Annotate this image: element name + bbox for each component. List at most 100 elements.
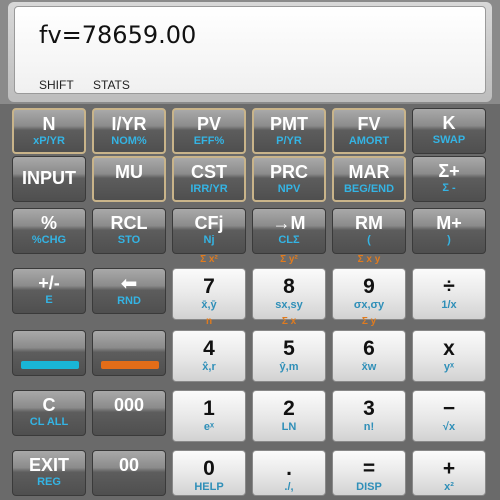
digit-8-key[interactable]: 8 sx,sy (252, 268, 326, 320)
digit-2-key[interactable]: 2 LN (252, 390, 326, 442)
alt-label-sum-xy: Σ x y (357, 254, 381, 265)
key-label: C (42, 395, 56, 415)
digit-7-key[interactable]: 7 x̄,ȳ (172, 268, 246, 320)
multiply-key[interactable]: x yˣ (412, 330, 486, 382)
key-shift-label: yˣ (443, 361, 455, 373)
key-label: MU (115, 162, 143, 182)
key-label: K (442, 113, 456, 133)
prc-key[interactable]: PRC NPV (252, 156, 326, 202)
backspace-key[interactable]: ⬅ RND (92, 268, 166, 314)
lcd-display: fv=78659.00 SHIFT STATS (14, 6, 486, 94)
key-shift-label: x̄w (361, 361, 377, 373)
key-shift-label: x̄,ȳ (201, 299, 217, 311)
key-label: 4 (203, 337, 215, 360)
divide-key[interactable]: ÷ 1/x (412, 268, 486, 320)
triple-zero-key[interactable]: 000 (92, 390, 166, 436)
key-shift-label: 1/x (441, 299, 457, 311)
key-label: →M (272, 213, 306, 233)
key-shift-label: EFF% (193, 135, 225, 147)
key-label: MAR (348, 162, 390, 182)
key-label: = (362, 457, 376, 480)
digit-3-key[interactable]: 3 n! (332, 390, 406, 442)
alt-label-sum-y: Σ y (361, 316, 377, 327)
key-label: INPUT (22, 168, 76, 188)
key-label: PRC (269, 162, 308, 182)
key-shift-label: LN (281, 421, 297, 433)
key-shift-label: CL ALL (29, 416, 69, 428)
percent-key[interactable]: % %CHG (12, 208, 86, 254)
double-zero-key[interactable]: 00 (92, 450, 166, 496)
alt-label-sum-x2: Σ x² (200, 254, 218, 265)
key-label: % (40, 213, 57, 233)
key-shift-label: NOM% (111, 135, 147, 147)
key-label: 000 (113, 395, 145, 415)
digit-6-key[interactable]: 6 x̄w (332, 330, 406, 382)
digit-1-key[interactable]: 1 eˣ (172, 390, 246, 442)
key-label: RM (355, 213, 383, 233)
key-shift-label: σx,σy (353, 299, 385, 311)
key-shift-label: ( (367, 234, 371, 246)
key-label: 2 (283, 397, 295, 420)
key-label: FV (357, 114, 381, 134)
k-key[interactable]: K SWAP (412, 108, 486, 154)
key-shift-label: REG (37, 476, 61, 488)
shift-annunciator: SHIFT (39, 78, 74, 92)
key-label: EXIT (28, 455, 69, 475)
digit-4-key[interactable]: 4 x̂,r (172, 330, 246, 382)
stats-annunciator: STATS (93, 78, 130, 92)
shift-key[interactable] (12, 330, 86, 376)
mu-key[interactable]: MU (92, 156, 166, 202)
exit-key[interactable]: EXIT REG (12, 450, 86, 496)
pv-key[interactable]: PV EFF% (172, 108, 246, 154)
rcl-key[interactable]: RCL STO (92, 208, 166, 254)
key-label: M+ (436, 213, 462, 233)
i-yr-key[interactable]: I/YR NOM% (92, 108, 166, 154)
cfj-key[interactable]: CFj Nj (172, 208, 246, 254)
key-shift-label: BEG/END (343, 183, 395, 195)
key-label: 6 (363, 337, 375, 360)
pmt-key[interactable]: PMT P/YR (252, 108, 326, 154)
key-label: I/YR (111, 114, 147, 134)
key-label: PV (196, 114, 221, 134)
key-label: Σ+ (438, 161, 460, 181)
subtract-key[interactable]: − √x (412, 390, 486, 442)
add-key[interactable]: + x² (412, 450, 486, 496)
fv-key[interactable]: FV AMORT (332, 108, 406, 154)
digit-0-key[interactable]: 0 HELP (172, 450, 246, 496)
key-shift-label: sx,sy (275, 299, 303, 311)
alt-label-sum-x: Σ x (281, 316, 297, 327)
key-shift-label: SWAP (432, 134, 466, 146)
key-shift-label: x̂,r (202, 361, 216, 373)
clear-key[interactable]: C CL ALL (12, 390, 86, 436)
key-shift-label: NPV (277, 183, 301, 195)
key-shift-label: eˣ (203, 421, 215, 433)
equals-key[interactable]: = DISP (332, 450, 406, 496)
key-label: +/- (38, 273, 60, 293)
key-label: 00 (118, 455, 140, 475)
digit-9-key[interactable]: 9 σx,σy (332, 268, 406, 320)
alt-label-n: n (205, 316, 213, 327)
key-label: 0 (203, 457, 215, 480)
digit-5-key[interactable]: 5 ŷ,m (252, 330, 326, 382)
input-key[interactable]: INPUT (12, 156, 86, 202)
rm-key[interactable]: RM( (332, 208, 406, 254)
key-label: x (443, 337, 455, 360)
key-shift-label: Nj (203, 234, 215, 246)
alt-shift-key[interactable] (92, 330, 166, 376)
decimal-point-key[interactable]: . ./, (252, 450, 326, 496)
sigma-plus-key[interactable]: Σ+ Σ - (412, 156, 486, 202)
change-sign-key[interactable]: +/- E (12, 268, 86, 314)
keypad: NxP/YR I/YR NOM% PV EFF% PMT P/YR FV AMORT K… (0, 104, 500, 500)
mar-key[interactable]: MAR BEG/END (332, 156, 406, 202)
key-shift-label: AMORT (348, 135, 390, 147)
store-memory-key[interactable]: →M CLΣ (252, 208, 326, 254)
key-shift-label: CLΣ (278, 234, 300, 246)
key-shift-label: RND (117, 295, 141, 307)
cst-key[interactable]: CST IRR/YR (172, 156, 246, 202)
key-shift-label: xP/YR (33, 135, 65, 147)
n-key[interactable]: NxP/YR (12, 108, 86, 154)
key-label: 3 (363, 397, 375, 420)
key-shift-label: √x (442, 421, 456, 433)
m-plus-key[interactable]: M+) (412, 208, 486, 254)
alt-label-sum-y2: Σ y² (280, 254, 298, 265)
